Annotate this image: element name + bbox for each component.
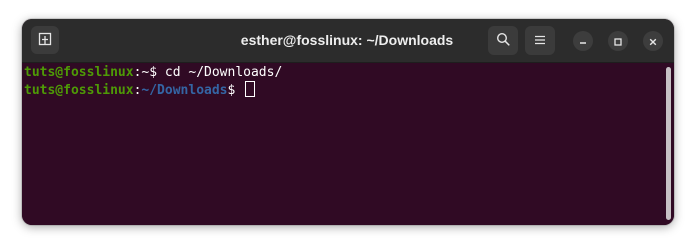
search-icon [496, 31, 510, 50]
prompt-user-host: tuts@fosslinux [24, 83, 134, 98]
close-button[interactable] [643, 31, 663, 51]
scrollbar[interactable] [664, 63, 674, 225]
window-title: esther@fosslinux: ~/Downloads [240, 32, 454, 48]
new-tab-icon [38, 31, 52, 50]
prompt-user-host: tuts@fosslinux [24, 65, 134, 80]
new-tab-button[interactable] [31, 26, 59, 54]
minimize-icon [578, 32, 588, 51]
terminal-line: tuts@fosslinux:~$ cd ~/Downloads/ [24, 65, 662, 81]
search-button[interactable] [488, 26, 518, 55]
terminal-output[interactable]: tuts@fosslinux:~$ cd ~/Downloads/ tuts@f… [22, 63, 662, 225]
prompt-symbol: $ [227, 83, 244, 98]
prompt-path: ~/Downloads [141, 83, 228, 98]
maximize-button[interactable] [608, 31, 628, 51]
command-text: cd ~/Downloads/ [164, 65, 283, 80]
maximize-icon [613, 32, 623, 51]
terminal-line: tuts@fosslinux:~/Downloads$ [24, 81, 662, 98]
minimize-button[interactable] [573, 31, 593, 51]
terminal-window: esther@fosslinux: ~/Downloads tuts@fossl… [22, 19, 674, 225]
hamburger-menu-icon [534, 31, 546, 50]
close-icon [648, 32, 658, 51]
prompt-symbol: $ [149, 65, 165, 80]
text-cursor [245, 81, 256, 97]
scrollbar-thumb[interactable] [666, 67, 671, 220]
title-bar[interactable]: esther@fosslinux: ~/Downloads [22, 19, 674, 63]
menu-button[interactable] [525, 26, 555, 55]
